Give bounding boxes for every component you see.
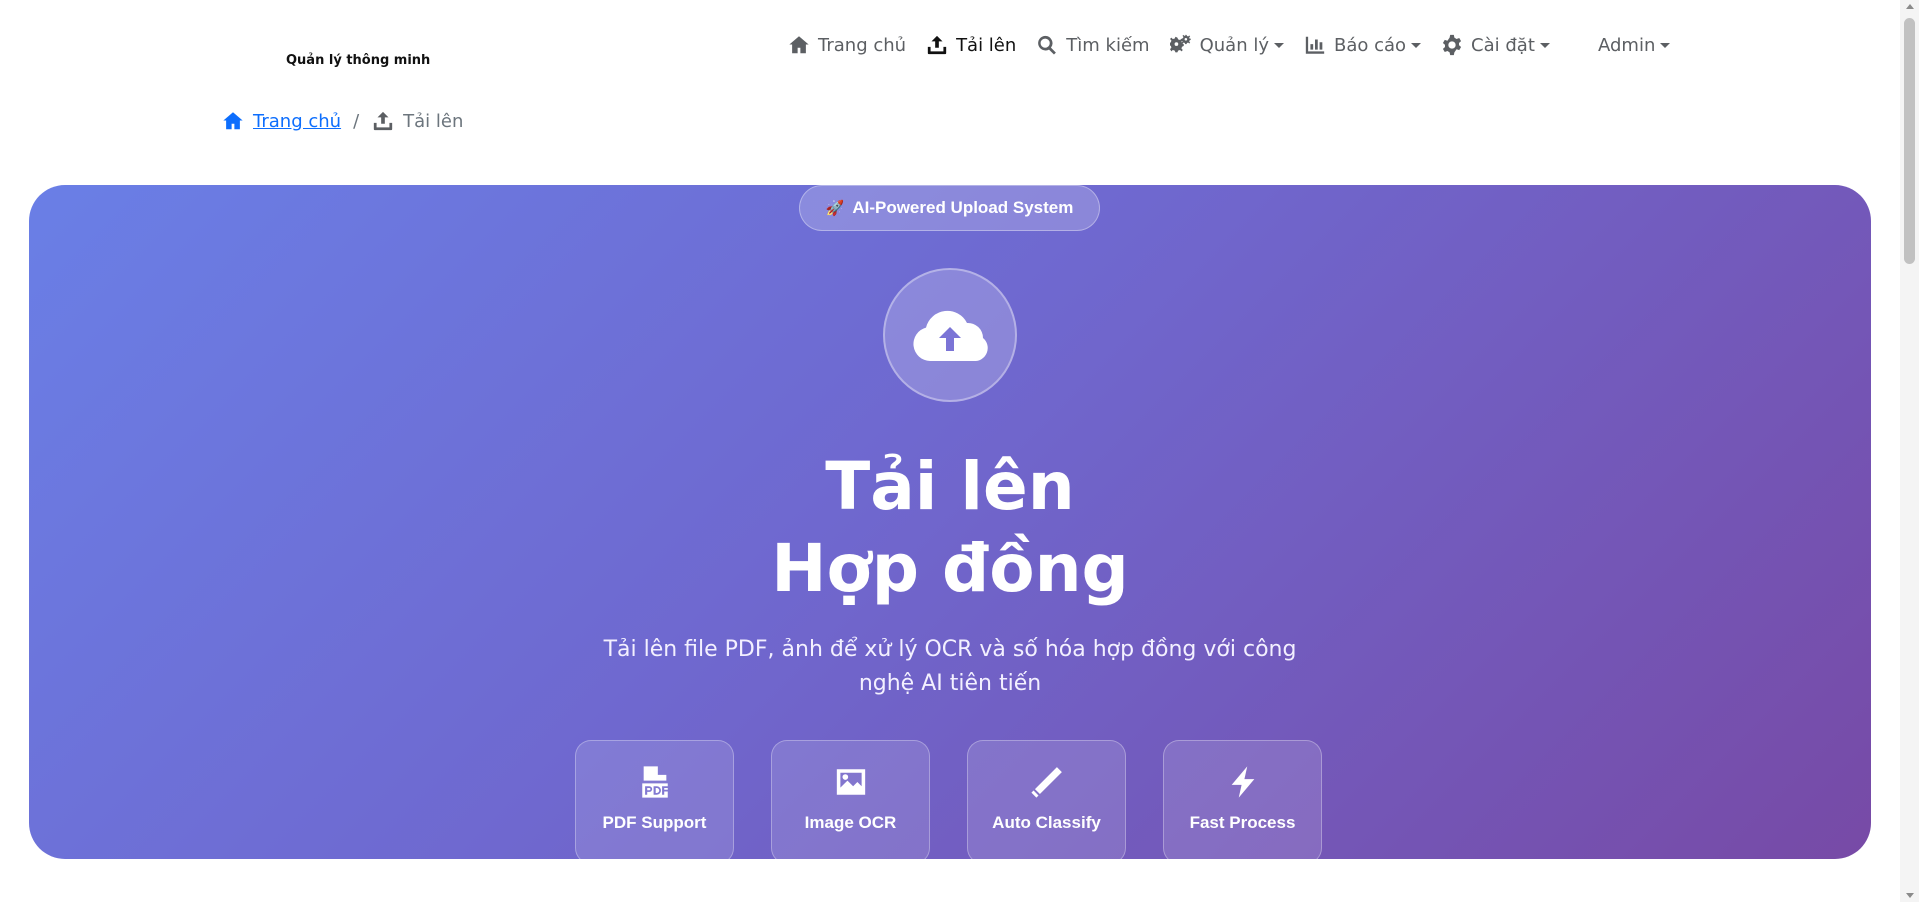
nav-item-settings[interactable]: Cài đặt (1441, 34, 1550, 56)
feature-label: Image OCR (804, 813, 897, 832)
bolt-icon (1231, 766, 1254, 798)
chevron-down-icon (1273, 42, 1284, 48)
upload-dropzone-icon[interactable] (883, 268, 1017, 402)
nav-item-upload[interactable]: Tải lên (926, 34, 1016, 56)
page-subtitle: Tải lên file PDF, ảnh để xử lý OCR và số… (603, 637, 1297, 696)
feature-label: Fast Process (1189, 813, 1296, 832)
nav-item-label: Quản lý (1199, 34, 1269, 56)
gears-icon (1169, 34, 1191, 53)
breadcrumb-current: Tải lên (371, 110, 463, 132)
user-name: Admin (1598, 34, 1656, 56)
nav-item-label: Trang chủ (818, 34, 907, 56)
feature-label: PDF Support (602, 813, 707, 832)
chevron-down-icon (1539, 42, 1550, 48)
upload-icon (373, 111, 393, 131)
nav-item-label: Báo cáo (1333, 34, 1407, 56)
rocket-icon: 🚀 (825, 200, 845, 217)
chart-icon (1305, 36, 1325, 54)
chevron-down-icon (1411, 42, 1422, 48)
top-navbar: Quản lý thông minh Trang chủ Tải lên Tìm… (0, 0, 1900, 90)
feature-card-classify[interactable]: Auto Classify (967, 740, 1126, 859)
nav-item-manage[interactable]: Quản lý (1169, 34, 1284, 56)
feature-card-ocr[interactable]: Image OCR (771, 740, 930, 859)
home-icon (223, 112, 243, 130)
nav-item-search[interactable]: Tìm kiếm (1036, 34, 1150, 56)
search-icon (1038, 35, 1057, 55)
nav-item-home[interactable]: Trang chủ (788, 34, 906, 56)
scroll-down-arrow-icon[interactable] (1906, 893, 1914, 898)
upload-icon (927, 35, 947, 55)
nav-item-reports[interactable]: Báo cáo (1304, 34, 1422, 56)
ai-badge-label: AI-Powered Upload System (852, 198, 1074, 217)
cloud-upload-icon (913, 310, 988, 361)
user-menu[interactable]: Admin (1598, 30, 1671, 60)
feature-card-pdf[interactable]: PDF Support (575, 740, 734, 859)
breadcrumb-separator: / (353, 110, 360, 132)
nav-item-label: Tìm kiếm (1066, 34, 1150, 56)
nav-links: Trang chủ Tải lên Tìm kiếm Quản lý Báo c… (788, 30, 1570, 60)
page-scrollbar[interactable] (1900, 0, 1919, 902)
scroll-up-arrow-icon[interactable] (1906, 4, 1914, 9)
file-pdf-icon (641, 766, 668, 798)
page-title-line1: Tải lên (825, 448, 1075, 525)
breadcrumb-current-label: Tải lên (403, 110, 464, 132)
feature-label: Auto Classify (992, 813, 1101, 832)
chevron-down-icon (1660, 42, 1671, 48)
feature-card-fast[interactable]: Fast Process (1163, 740, 1322, 859)
page-title-line2: Hợp đồng (771, 530, 1129, 607)
magic-wand-icon (1030, 767, 1062, 798)
breadcrumb: Trang chủ / Tải lên (221, 110, 463, 132)
image-icon (836, 769, 865, 795)
brand-name[interactable]: Quản lý thông minh (286, 53, 430, 68)
ai-badge: 🚀 AI-Powered Upload System (799, 185, 1100, 231)
feature-cards: PDF Support Image OCR Auto Classify Fast… (575, 740, 1322, 859)
nav-item-label: Cài đặt (1471, 34, 1535, 56)
scrollbar-thumb[interactable] (1904, 18, 1915, 264)
breadcrumb-home-link[interactable]: Trang chủ (221, 110, 341, 132)
breadcrumb-home-label: Trang chủ (253, 110, 342, 132)
home-icon (789, 36, 809, 54)
gear-icon (1442, 34, 1462, 56)
upload-hero: 🚀 AI-Powered Upload System Tải lên Hợp đ… (29, 185, 1871, 859)
nav-item-label: Tải lên (956, 34, 1017, 56)
